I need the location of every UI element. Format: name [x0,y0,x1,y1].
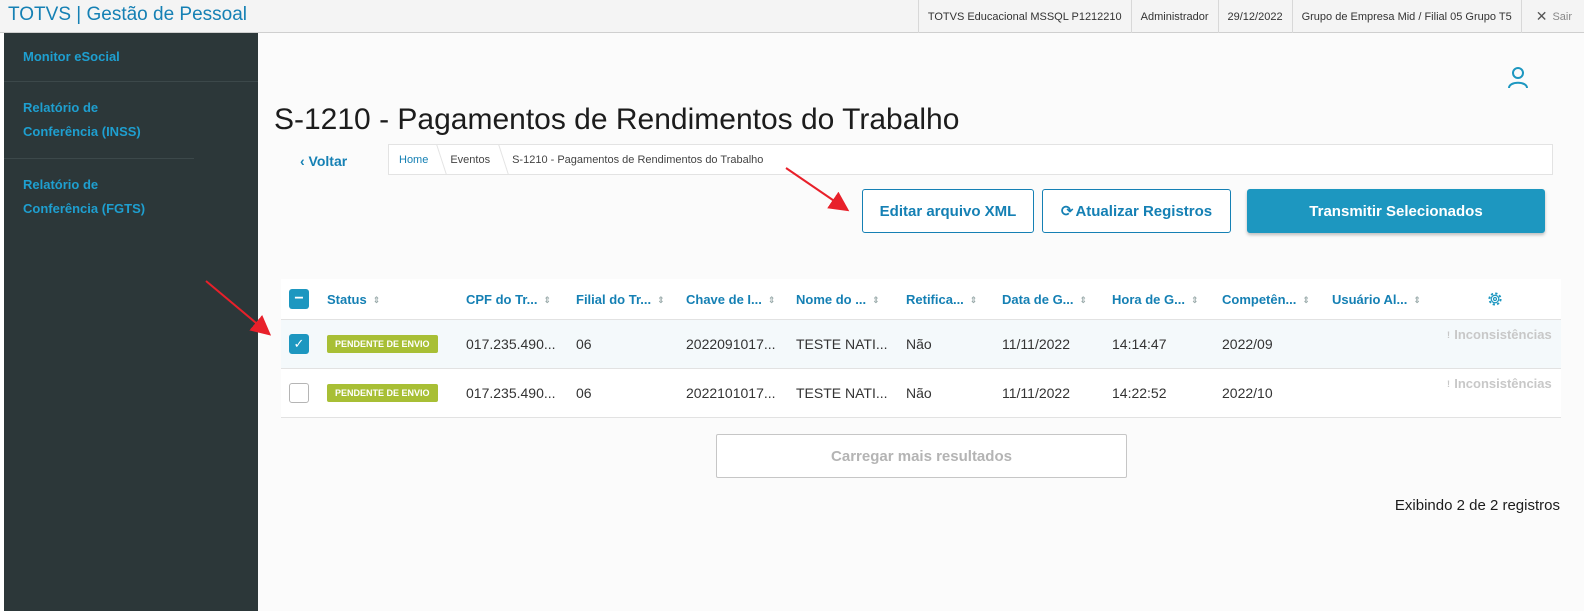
refresh-button[interactable]: ⟳ Atualizar Registros [1042,189,1231,233]
cell-nome: TESTE NATI... [796,385,888,401]
column-header[interactable]: CPF do Tr... ⇕ [466,292,551,307]
cell-retificacao: Não [906,336,932,352]
records-count: Exibindo 2 de 2 registros [1394,497,1560,514]
column-label: Status [327,291,367,307]
cell-hora: 14:14:47 [1112,336,1167,352]
back-link[interactable]: ‹ Voltar [300,153,347,169]
column-header[interactable]: Competên... ⇕ [1222,292,1310,307]
cell-hora: 14:22:52 [1112,385,1167,401]
top-bar: TOTVS | Gestão de Pessoal TOTVS Educacio… [0,0,1584,33]
cell-data: 11/11/2022 [1002,385,1070,401]
cell-cpf: 017.235.490... [466,385,556,401]
sort-icon: ⇕ [767,294,776,305]
column-header[interactable]: Filial do Tr... ⇕ [576,292,665,307]
refresh-icon: ⟳ [1060,203,1074,220]
column-header[interactable]: Status ⇕ [327,292,380,307]
company-branch[interactable]: Grupo de Empresa Mid / Filial 05 Grupo T… [1291,0,1521,33]
user-icon[interactable] [1506,65,1530,89]
cell-filial: 06 [576,385,592,401]
cell-cpf: 017.235.490... [466,336,556,352]
cell-filial: 06 [576,336,592,352]
sort-icon: ⇕ [969,294,978,305]
column-header[interactable]: Data de G... ⇕ [1002,292,1087,307]
column-label: Chave de I... [686,291,762,307]
cell-data: 11/11/2022 [1002,336,1070,352]
gear-icon[interactable] [1486,290,1504,308]
system-date: 29/12/2022 [1217,0,1292,33]
cell-competencia: 2022/09 [1222,336,1273,352]
load-more-button[interactable]: Carregar mais resultados [716,434,1127,478]
sidebar-item-relatorio-inss[interactable]: Relatório de Conferência (INSS) [4,82,194,159]
sidebar-item-relatorio-fgts[interactable]: Relatório de Conferência (FGTS) [4,159,194,235]
inconsistencies-link[interactable]: ! Inconsistências [1447,372,1559,396]
column-label: Competên... [1222,291,1297,307]
app-title: TOTVS | Gestão de Pessoal [8,4,248,25]
inconsistencies-label: Inconsistências [1454,327,1552,342]
table-row[interactable]: PENDENTE DE ENVIO 017.235.490... 06 2022… [281,369,1561,418]
breadcrumb-current: S-1210 - Pagamentos de Rendimentos do Tr… [512,153,764,166]
breadcrumb-eventos[interactable]: Eventos [440,145,502,174]
select-all-checkbox[interactable]: − [289,289,309,309]
sort-icon: ⇕ [872,294,880,305]
row-checkbox[interactable]: ✓ [289,334,309,354]
column-label: Nome do ... [796,291,867,307]
cell-retificacao: Não [906,385,932,401]
column-header[interactable]: Nome do ... ⇕ [796,292,880,307]
page-title: S-1210 - Pagamentos de Rendimentos do Tr… [274,103,960,136]
sort-icon: ⇕ [1190,294,1199,305]
column-header[interactable]: Hora de G... ⇕ [1112,292,1199,307]
sort-icon: ⇕ [657,294,665,305]
column-label: Hora de G... [1112,291,1185,307]
sort-icon: ⇕ [1079,294,1088,305]
column-header[interactable]: Chave de I... ⇕ [686,292,775,307]
sort-icon: ⇕ [372,294,381,305]
column-label: CPF do Tr... [466,291,538,307]
status-badge: PENDENTE DE ENVIO [327,335,438,353]
column-label: Retifica... [906,291,964,307]
sort-icon: ⇕ [1413,294,1421,305]
exit-label: Sair [1552,10,1572,23]
sidebar-item-monitor-esocial[interactable]: Monitor eSocial [4,33,258,82]
cell-nome: TESTE NATI... [796,336,888,352]
breadcrumb-home[interactable]: Home [389,145,440,174]
cell-chave: 2022101017... [686,385,776,401]
column-header[interactable]: Usuário Al... ⇕ [1332,292,1421,307]
status-badge: PENDENTE DE ENVIO [327,384,438,402]
table-row[interactable]: ✓ PENDENTE DE ENVIO 017.235.490... 06 20… [281,320,1561,369]
column-label: Data de G... [1002,291,1074,307]
main-content: S-1210 - Pagamentos de Rendimentos do Tr… [258,33,1584,611]
top-info: TOTVS Educacional MSSQL P1212210 Adminis… [917,0,1584,33]
refresh-label: Atualizar Registros [1075,202,1213,220]
breadcrumb: Home Eventos S-1210 - Pagamentos de Rend… [388,144,1553,175]
cell-competencia: 2022/10 [1222,385,1273,401]
sidebar: Monitor eSocial Relatório de Conferência… [4,33,258,611]
close-icon: ✕ [1535,8,1548,24]
inconsistencies-label: Inconsistências [1454,376,1552,391]
column-label: Filial do Tr... [576,291,652,307]
events-table: − Status ⇕ CPF do Tr... ⇕ Filial do Tr... ⇕… [281,279,1561,418]
alert-icon: ! [1447,379,1450,389]
system-name: TOTVS Educacional MSSQL P1212210 [917,0,1131,33]
column-header[interactable]: Retifica... ⇕ [906,292,977,307]
edit-xml-button[interactable]: Editar arquivo XML [862,189,1034,233]
inconsistencies-link[interactable]: ! Inconsistências [1447,323,1559,347]
column-label: Usuário Al... [1332,291,1408,307]
exit-button[interactable]: ✕ Sair [1520,0,1584,33]
row-checkbox[interactable] [289,383,309,403]
cell-chave: 2022091017... [686,336,776,352]
user-name[interactable]: Administrador [1130,0,1218,33]
alert-icon: ! [1447,330,1450,340]
sort-icon: ⇕ [543,294,552,305]
table-header: − Status ⇕ CPF do Tr... ⇕ Filial do Tr... ⇕… [281,279,1561,320]
sort-icon: ⇕ [1302,294,1310,305]
transmit-selected-button[interactable]: Transmitir Selecionados [1247,189,1545,233]
